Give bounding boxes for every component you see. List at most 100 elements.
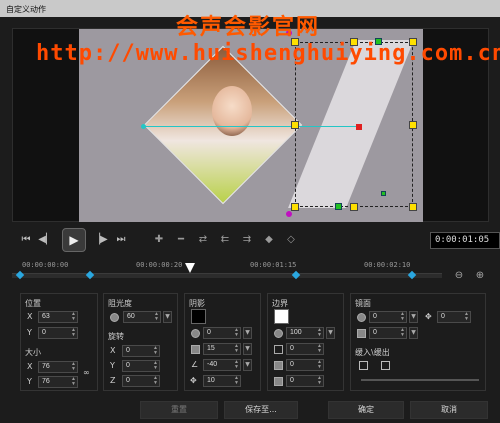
size-y-input[interactable]: 76 ▲ ▼ [38, 376, 78, 388]
opacity-icon [110, 313, 119, 322]
reset-button[interactable]: 重置 [140, 401, 218, 419]
shadow-opacity-input[interactable]: 0 ▲ ▼ [203, 327, 241, 339]
zoom-out-icon[interactable]: ⊖ [452, 270, 466, 284]
mirror-opacity-icon [357, 313, 366, 322]
position-y-label: Y [27, 328, 32, 337]
ease-in-icon[interactable] [359, 361, 368, 370]
border-color-swatch[interactable] [274, 309, 289, 324]
position-title: 位置 [25, 299, 41, 308]
mirror-fade-dropdown[interactable]: ▼ [409, 327, 418, 339]
mirror-fade-panel: 镜面 0 ▲ ▼ ▼ ✥ 0 ▲ ▼ 0 ▲ ▼ ▼ 缓入\缓出 [350, 293, 486, 391]
save-as-button[interactable]: 保存至... [224, 401, 298, 419]
rotation-z-input[interactable]: 0 ▲ ▼ [122, 375, 160, 387]
transport-bar: ⏮ ◀▏ ▶ ▕▶ ⏭ ✚ ━ ⇄ ⇇ ⇉ ◆ ◇ 0:00:01:05 [12, 226, 500, 254]
go-to-end-icon[interactable]: ⏭ [113, 232, 129, 248]
rotation-y-input[interactable]: 0 ▲ ▼ [122, 360, 160, 372]
path-start-point[interactable] [141, 124, 146, 129]
shadow-handle[interactable] [381, 191, 386, 196]
shadow-title: 阴影 [189, 299, 205, 308]
mirror-fade-icon [357, 329, 366, 338]
size-title: 大小 [25, 348, 41, 357]
prev-frame-icon[interactable]: ◀▏ [38, 232, 54, 248]
next-keyframe-icon[interactable]: ◇ [282, 232, 300, 248]
time-label-2: 00:00:01:15 [250, 261, 297, 269]
lock-aspect-icon[interactable]: ∞ [83, 368, 90, 377]
position-y-input[interactable]: 0 ▲ ▼ [38, 327, 78, 339]
border-opacity-dropdown[interactable]: ▼ [326, 327, 335, 339]
border-width-input[interactable]: 0 ▲ ▼ [286, 343, 324, 355]
add-keyframe-icon[interactable]: ✚ [150, 232, 168, 248]
resize-handle-bottom-right[interactable] [409, 203, 417, 211]
go-to-start-icon[interactable]: ⏮ [18, 232, 34, 248]
fade-title: 缓入\缓出 [355, 348, 390, 357]
mirror-fade-input[interactable]: 0 ▲ ▼ [369, 327, 407, 339]
opacity-title: 阻光度 [108, 299, 132, 308]
border-corner-icon [274, 377, 283, 386]
shadow-opacity-dropdown[interactable]: ▼ [243, 327, 252, 339]
rotation-z-label: Z [110, 376, 116, 385]
mirror-title: 镜面 [355, 299, 371, 308]
shadow-blur-input[interactable]: 15 ▲ ▼ [203, 343, 241, 355]
reverse-keyframes-icon[interactable]: ⇄ [194, 232, 212, 248]
shadow-blur-dropdown[interactable]: ▼ [243, 343, 252, 355]
mirror-opacity-dropdown[interactable]: ▼ [409, 311, 418, 323]
time-label-3: 00:00:02:10 [364, 261, 411, 269]
time-label-0: 00:00:00:00 [22, 261, 69, 269]
time-label-1: 00:00:00:20 [136, 261, 183, 269]
ok-button[interactable]: 确定 [328, 401, 404, 419]
border-blur-icon [274, 361, 283, 370]
rotation-handle-bottom[interactable] [286, 211, 292, 217]
mirror-offset-input[interactable]: 0 ▲ ▼ [437, 311, 471, 323]
path-end-point[interactable] [356, 124, 362, 130]
size-x-label: X [27, 362, 33, 371]
distort-handle-bottom[interactable] [335, 203, 342, 210]
resize-handle-right[interactable] [409, 121, 417, 129]
position-x-input[interactable]: 63 ▲ ▼ [38, 311, 78, 323]
shadow-angle-dropdown[interactable]: ▼ [243, 359, 252, 371]
resize-handle-bottom[interactable] [350, 203, 358, 211]
position-x-label: X [27, 312, 33, 321]
timecode-display[interactable]: 0:00:01:05 [430, 232, 500, 249]
watermark-title: 会声会影官网 [176, 15, 321, 40]
move-keyframe-right-icon[interactable]: ⇉ [238, 232, 256, 248]
keyframe-timeline[interactable]: 00:00:00:00 00:00:00:20 00:00:01:15 00:0… [12, 258, 452, 284]
timeline-track[interactable] [12, 273, 442, 278]
rotation-x-input[interactable]: 0 ▲ ▼ [122, 345, 160, 357]
resize-handle-bottom-left[interactable] [291, 203, 299, 211]
footer-bar: 重置 保存至... 确定 取消 [0, 399, 500, 423]
resize-handle-left[interactable] [291, 121, 299, 129]
mirror-opacity-input[interactable]: 0 ▲ ▼ [369, 311, 407, 323]
border-panel: 边界 100 ▲ ▼ ▼ 0 ▲ ▼ 0 ▲ ▼ 0 ▲ ▼ [267, 293, 344, 391]
shadow-distance-icon: ✥ [190, 376, 197, 385]
next-frame-icon[interactable]: ▕▶ [92, 232, 108, 248]
shadow-angle-icon: ∠ [191, 360, 199, 369]
border-width-icon [274, 345, 283, 354]
fade-slider[interactable] [361, 379, 479, 381]
playhead[interactable] [185, 263, 195, 273]
selection-box[interactable] [295, 42, 413, 207]
shadow-angle-input[interactable]: -40 ▲ ▼ [203, 359, 241, 371]
mirror-offset-icon: ✥ [425, 312, 432, 321]
remove-keyframe-icon[interactable]: ━ [172, 232, 190, 248]
cancel-button[interactable]: 取消 [410, 401, 488, 419]
opacity-dropdown[interactable]: ▼ [163, 311, 172, 323]
custom-motion-window: 自定义动作 会声会影官网 http://www.huishenghuiying.… [0, 0, 500, 423]
border-title: 边界 [272, 299, 288, 308]
shadow-color-swatch[interactable] [191, 309, 206, 324]
rotation-title: 旋转 [108, 332, 124, 341]
move-keyframe-left-icon[interactable]: ⇇ [216, 232, 234, 248]
shadow-distance-input[interactable]: 10 ▲ ▼ [203, 375, 241, 387]
size-y-label: Y [27, 377, 32, 386]
zoom-in-icon[interactable]: ⊕ [473, 270, 487, 284]
size-x-input[interactable]: 76 ▲ ▼ [38, 361, 78, 373]
border-opacity-icon [274, 329, 283, 338]
opacity-input[interactable]: 60 ▲ ▼ [123, 311, 161, 323]
motion-path-line [143, 126, 360, 127]
rotation-x-label: X [110, 346, 116, 355]
border-opacity-input[interactable]: 100 ▲ ▼ [286, 327, 324, 339]
border-corner-input[interactable]: 0 ▲ ▼ [286, 375, 324, 387]
prev-keyframe-icon[interactable]: ◆ [260, 232, 278, 248]
ease-out-icon[interactable] [381, 361, 390, 370]
border-blur-input[interactable]: 0 ▲ ▼ [286, 359, 324, 371]
play-icon[interactable]: ▶ [62, 228, 86, 252]
